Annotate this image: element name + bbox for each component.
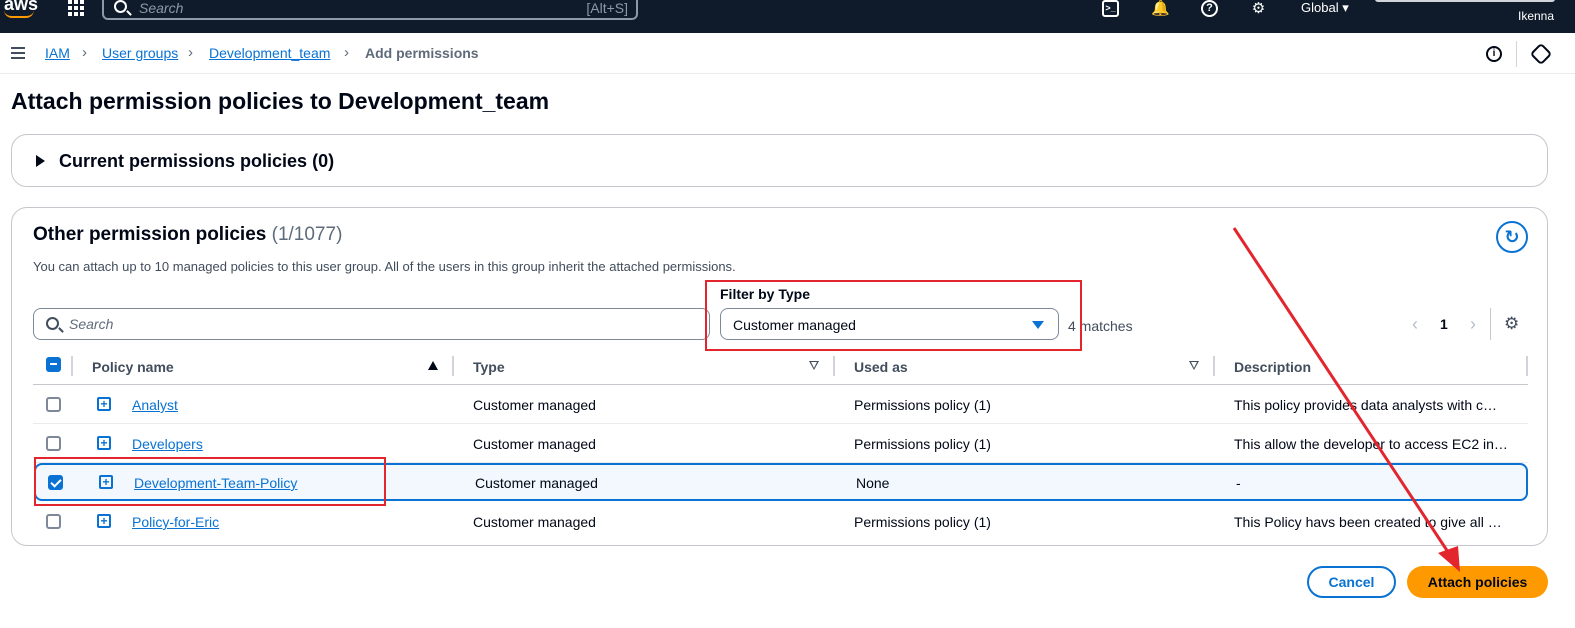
other-permissions-heading: Other permission policies (1/1077) (33, 224, 342, 246)
policy-type: Customer managed (473, 397, 596, 413)
username[interactable]: Ikenna (1518, 9, 1554, 23)
policy-used-as: None (856, 475, 890, 491)
policy-used-as: Permissions policy (1) (854, 514, 991, 530)
column-separator (71, 356, 73, 376)
global-search-input[interactable]: Search [Alt+S] (102, 0, 638, 20)
table-row[interactable]: + Analyst Customer managed Permissions p… (33, 385, 1528, 424)
policy-type: Customer managed (475, 475, 598, 491)
previous-page-icon[interactable]: ‹ (1412, 314, 1418, 335)
column-separator[interactable] (452, 356, 454, 376)
search-placeholder: Search (139, 0, 184, 16)
sort-icon[interactable] (1189, 361, 1199, 370)
column-header-policy-name[interactable]: Policy name (92, 359, 174, 375)
policy-name-link[interactable]: Policy-for-Eric (132, 514, 219, 530)
annotation-box-filter (705, 280, 1082, 351)
heading-text: Other permission policies (33, 224, 267, 245)
current-permissions-panel[interactable]: Current permissions policies (0) (11, 134, 1548, 187)
chevron-right-icon: › (344, 44, 349, 61)
row-checkbox[interactable] (46, 514, 61, 529)
region-selector[interactable]: Global ▾ (1301, 0, 1349, 16)
expand-row-icon[interactable]: + (97, 514, 111, 528)
search-shortcut: [Alt+S] (586, 0, 628, 16)
expand-row-icon[interactable]: + (97, 397, 111, 411)
breadcrumb-current: Add permissions (365, 45, 479, 61)
policy-name-link[interactable]: Analyst (132, 397, 178, 413)
page-title: Attach permission policies to Developmen… (11, 88, 550, 114)
bell-icon[interactable]: 🔔 (1151, 0, 1170, 17)
policy-description: This allow the developer to access EC2 i… (1234, 436, 1508, 452)
breadcrumb-user-groups[interactable]: User groups (102, 45, 178, 61)
services-grid-icon[interactable] (68, 0, 84, 16)
column-separator[interactable] (833, 356, 835, 376)
breadcrumb-development-team[interactable]: Development_team (209, 45, 330, 61)
search-icon (114, 0, 127, 13)
expand-row-icon[interactable]: + (97, 436, 111, 450)
policy-search-input[interactable]: Search (33, 308, 710, 340)
column-header-used-as[interactable]: Used as (854, 359, 908, 375)
sort-ascending-icon[interactable] (428, 361, 438, 370)
refresh-icon[interactable]: ↻ (1496, 221, 1528, 253)
breadcrumb-iam[interactable]: IAM (45, 45, 70, 61)
table-header: Policy name Type Used as Description (33, 353, 1528, 385)
account-menu-bar[interactable] (1375, 0, 1555, 2)
breadcrumb-bar: IAM › User groups › Development_team › A… (0, 33, 1575, 74)
next-page-icon[interactable]: › (1470, 314, 1476, 335)
gear-icon[interactable]: ⚙ (1250, 0, 1267, 17)
info-icon[interactable]: i (1486, 46, 1502, 62)
column-header-type[interactable]: Type (473, 359, 505, 375)
cloudshell-icon[interactable]: >_ (1102, 0, 1119, 17)
top-navigation-bar: aws Search [Alt+S] >_ 🔔 ? ⚙ Global ▾ Ike… (0, 0, 1575, 33)
policy-type: Customer managed (473, 436, 596, 452)
policy-used-as: Permissions policy (1) (854, 436, 991, 452)
expand-caret-icon[interactable] (36, 155, 45, 167)
policy-description: - (1236, 475, 1241, 491)
policy-type: Customer managed (473, 514, 596, 530)
column-separator[interactable] (1213, 356, 1215, 376)
help-icon[interactable]: ? (1201, 0, 1218, 17)
chevron-right-icon: › (82, 44, 87, 61)
page-number[interactable]: 1 (1440, 316, 1448, 332)
annotation-box-selected-policy (34, 457, 386, 506)
current-permissions-label[interactable]: Current permissions policies (0) (59, 151, 334, 172)
search-placeholder: Search (69, 316, 114, 332)
row-checkbox[interactable] (46, 436, 61, 451)
table-preferences-gear-icon[interactable]: ⚙ (1504, 314, 1519, 334)
cancel-button[interactable]: Cancel (1307, 566, 1396, 598)
region-label: Global (1301, 0, 1339, 15)
policy-description: This policy provides data analysts with … (1234, 397, 1497, 413)
menu-icon[interactable] (11, 47, 25, 59)
select-all-checkbox[interactable] (46, 357, 61, 372)
policy-name-link[interactable]: Developers (132, 436, 203, 452)
settings-panel-icon[interactable] (1529, 42, 1553, 66)
column-separator (1526, 356, 1528, 376)
table-row[interactable]: + Policy-for-Eric Customer managed Permi… (33, 502, 1528, 541)
aws-logo-smile (4, 10, 34, 18)
divider (1490, 308, 1491, 340)
divider (1516, 41, 1517, 67)
attach-policies-button[interactable]: Attach policies (1407, 566, 1548, 598)
search-icon (46, 317, 59, 330)
policy-description: This Policy havs been created to give al… (1234, 514, 1502, 530)
row-checkbox[interactable] (46, 397, 61, 412)
chevron-right-icon: › (188, 44, 193, 61)
column-header-description[interactable]: Description (1234, 359, 1311, 375)
policy-used-as: Permissions policy (1) (854, 397, 991, 413)
panel-description: You can attach up to 10 managed policies… (33, 259, 736, 274)
sort-icon[interactable] (809, 361, 819, 370)
selection-count: (1/1077) (271, 224, 343, 245)
